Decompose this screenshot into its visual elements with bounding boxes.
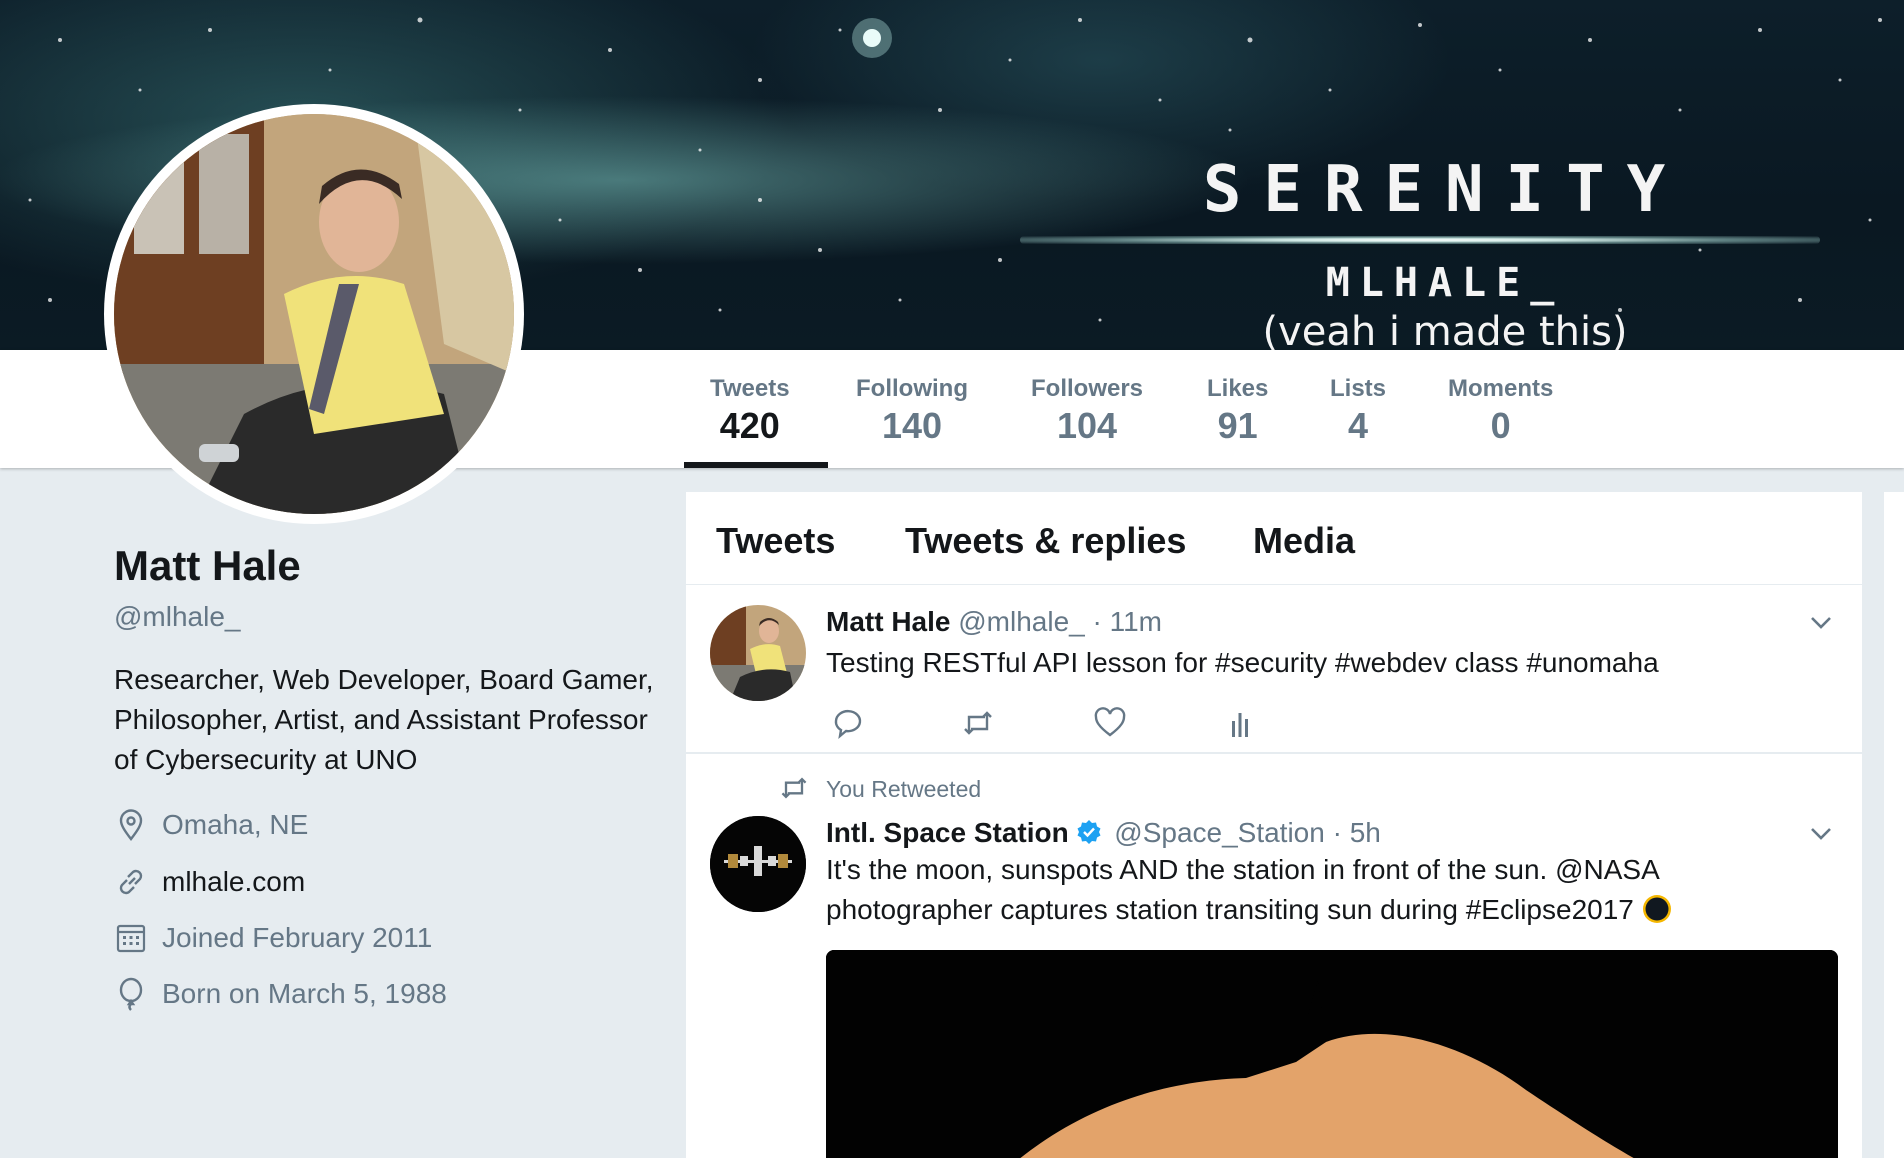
timeline-tabs: Tweets Tweets & replies Media <box>686 492 1862 585</box>
profile-avatar[interactable] <box>104 104 524 524</box>
stat-value: 104 <box>1056 405 1118 446</box>
birthday-balloon-icon <box>114 977 148 1011</box>
profile-name[interactable]: Matt Hale <box>114 540 301 592</box>
stat-likes[interactable]: Likes 91 <box>1207 374 1268 448</box>
location-text: Omaha, NE <box>162 809 309 840</box>
tweet-text: It's the moon, sunspots AND the station … <box>826 850 1786 930</box>
profile-joined: Joined February 2011 <box>114 918 432 958</box>
stat-value: 0 <box>1490 405 1511 446</box>
stat-lists[interactable]: Lists 4 <box>1330 374 1386 448</box>
profile-bio: Researcher, Web Developer, Board Gamer, … <box>114 664 654 775</box>
profile-birthday: Born on March 5, 1988 <box>114 974 447 1014</box>
stat-label: Followers <box>1031 375 1144 402</box>
tweet-media-image[interactable] <box>826 950 1838 1158</box>
tab-tweets[interactable]: Tweets <box>716 520 835 562</box>
tweet-actions <box>830 705 1430 745</box>
stat-value: 91 <box>1217 405 1258 446</box>
like-icon[interactable] <box>1092 705 1128 741</box>
active-stat-indicator <box>684 462 828 468</box>
right-column-edge <box>1884 492 1904 1158</box>
tweet-header: Intl. Space Station @Space_Station · 5h <box>826 816 1381 850</box>
joined-text: Joined February 2011 <box>162 922 433 953</box>
stat-value: 4 <box>1347 405 1369 446</box>
profile-handle[interactable]: @mlhale_ <box>114 600 240 634</box>
eclipse-emoji-icon <box>1642 894 1672 924</box>
stat-moments[interactable]: Moments 0 <box>1448 374 1553 448</box>
stat-value: 140 <box>881 405 943 446</box>
banner-glow-bar <box>1020 236 1820 244</box>
stat-label: Likes <box>1207 375 1269 402</box>
chevron-down-icon[interactable] <box>1806 818 1836 848</box>
tweet-author-name[interactable]: Matt Hale <box>826 606 950 637</box>
stat-label: Tweets <box>710 375 790 402</box>
stat-label: Following <box>856 375 968 402</box>
tweet-text-body: It's the moon, sunspots AND the station … <box>826 854 1659 925</box>
retweet-icon[interactable] <box>960 705 996 741</box>
tweet-time[interactable]: · 5h <box>1333 817 1381 848</box>
verified-badge-icon <box>1076 819 1102 845</box>
stat-value: 420 <box>719 405 780 446</box>
retweet-label[interactable]: You Retweeted <box>826 774 981 804</box>
tweet-text: Testing RESTful API lesson for #security… <box>826 647 1659 678</box>
tab-media[interactable]: Media <box>1253 520 1355 562</box>
stat-followers[interactable]: Followers 104 <box>1031 374 1143 448</box>
tweet-author-handle[interactable]: @Space_Station <box>1114 817 1325 848</box>
stat-label: Lists <box>1330 375 1387 402</box>
website-link[interactable]: mlhale.com <box>162 866 305 898</box>
tab-tweets-and-replies[interactable]: Tweets & replies <box>905 520 1186 562</box>
tweet[interactable]: You Retweeted Intl. Space Station @Space… <box>686 754 1862 1158</box>
tweet-author-handle[interactable]: @mlhale_ <box>958 606 1084 637</box>
banner-artwork-text: SERENITY MLHALE_ (veah i made this) <box>1020 153 1820 350</box>
link-icon <box>114 865 148 899</box>
reply-icon[interactable] <box>830 705 866 741</box>
tweet-header: Matt Hale @mlhale_ · 11m <box>826 605 1162 639</box>
profile-website[interactable]: mlhale.com <box>114 862 305 902</box>
banner-subtitle: MLHALE_ <box>1325 260 1565 306</box>
location-icon <box>114 808 148 842</box>
tweet-avatar[interactable] <box>710 605 806 701</box>
tweet[interactable]: Matt Hale @mlhale_ · 11m Testing RESTful… <box>686 585 1862 752</box>
tweet-time[interactable]: · 11m <box>1093 606 1163 637</box>
stat-following[interactable]: Following 140 <box>856 374 968 448</box>
timeline: Tweets Tweets & replies Media Matt Hale … <box>686 492 1862 1158</box>
avatar-photo <box>114 114 514 514</box>
born-text: Born on March 5, 1988 <box>162 978 447 1009</box>
calendar-icon <box>114 921 148 955</box>
chevron-down-icon[interactable] <box>1806 607 1836 637</box>
banner-title: SERENITY <box>1202 153 1688 227</box>
stat-label: Moments <box>1448 375 1554 402</box>
retweet-icon <box>778 772 810 804</box>
profile-location: Omaha, NE <box>114 805 308 845</box>
stat-tweets[interactable]: Tweets 420 <box>710 374 790 448</box>
analytics-icon[interactable] <box>1222 705 1258 741</box>
banner-note: (veah i made this) <box>1262 309 1628 350</box>
tweet-author-name[interactable]: Intl. Space Station <box>826 817 1069 848</box>
tweet-avatar[interactable] <box>710 816 806 912</box>
